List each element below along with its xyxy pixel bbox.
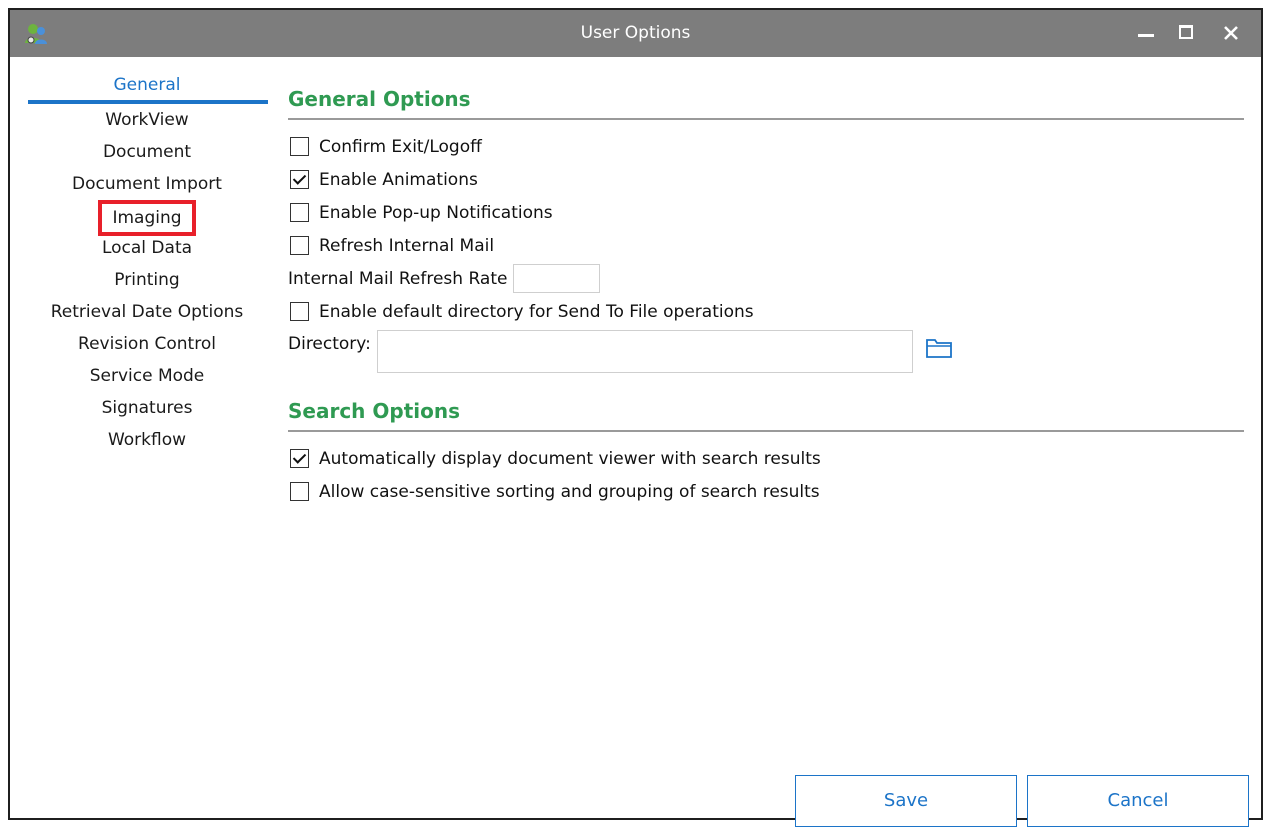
popup-notifications-label: Enable Pop-up Notifications — [319, 202, 553, 223]
refresh-rate-row: Internal Mail Refresh Rate — [288, 262, 1244, 295]
refresh-mail-label: Refresh Internal Mail — [319, 235, 495, 256]
popup-notifications-option: Enable Pop-up Notifications — [288, 196, 1244, 229]
enable-animations-label: Enable Animations — [319, 169, 478, 190]
options-sidebar: General WorkView Document Document Impor… — [24, 74, 270, 456]
sidebar-item-revision-control[interactable]: Revision Control — [24, 328, 270, 360]
sidebar-item-label: Signatures — [101, 398, 193, 418]
general-options-heading: General Options — [288, 87, 471, 111]
sidebar-item-label: Document — [102, 142, 192, 162]
sidebar-item-local-data[interactable]: Local Data — [24, 232, 270, 264]
directory-label: Directory: — [288, 334, 371, 354]
refresh-rate-input[interactable] — [513, 264, 601, 293]
enable-animations-checkbox[interactable] — [290, 170, 309, 189]
minimize-icon[interactable] — [1125, 10, 1165, 57]
maximize-icon[interactable] — [1167, 10, 1207, 57]
case-sensitive-sorting-label: Allow case-sensitive sorting and groupin… — [319, 481, 820, 502]
auto-display-viewer-checkbox[interactable] — [290, 449, 309, 468]
sidebar-item-label: General — [113, 75, 181, 95]
directory-row: Directory: — [288, 328, 1244, 378]
case-sensitive-sorting-option: Allow case-sensitive sorting and groupin… — [288, 475, 1244, 508]
sidebar-item-label: Imaging — [98, 200, 196, 236]
auto-display-viewer-label: Automatically display document viewer wi… — [319, 448, 821, 469]
user-options-window: User Options General WorkView Document D… — [8, 8, 1263, 827]
auto-display-viewer-option: Automatically display document viewer wi… — [288, 442, 1244, 475]
confirm-exit-option: Confirm Exit/Logoff — [288, 130, 1244, 163]
popup-notifications-checkbox[interactable] — [290, 203, 309, 222]
close-icon[interactable] — [1211, 10, 1251, 57]
sidebar-item-label: Service Mode — [89, 366, 205, 386]
refresh-mail-option: Refresh Internal Mail — [288, 229, 1244, 262]
refresh-mail-checkbox[interactable] — [290, 236, 309, 255]
section-divider — [288, 430, 1244, 432]
sidebar-item-label: Retrieval Date Options — [50, 302, 244, 322]
sidebar-item-general[interactable]: General — [24, 74, 270, 104]
sidebar-item-label: Revision Control — [78, 334, 216, 354]
sidebar-item-workflow[interactable]: Workflow — [24, 424, 270, 456]
refresh-rate-label: Internal Mail Refresh Rate — [288, 268, 508, 289]
options-content: General Options Confirm Exit/Logoff Enab… — [288, 82, 1244, 508]
sidebar-item-printing[interactable]: Printing — [24, 264, 270, 296]
default-directory-option: Enable default directory for Send To Fil… — [288, 295, 1244, 328]
search-options-heading: Search Options — [288, 399, 461, 423]
cancel-button[interactable]: Cancel — [1027, 775, 1249, 827]
sidebar-item-label: Document Import — [72, 174, 222, 194]
sidebar-item-label: Workflow — [107, 430, 187, 450]
sidebar-item-retrieval-date-options[interactable]: Retrieval Date Options — [24, 296, 270, 328]
save-button[interactable]: Save — [795, 775, 1017, 827]
sidebar-item-document-import[interactable]: Document Import — [24, 168, 270, 200]
folder-icon[interactable] — [925, 336, 953, 365]
sidebar-item-label: Local Data — [101, 238, 193, 258]
sidebar-item-service-mode[interactable]: Service Mode — [24, 360, 270, 392]
sidebar-item-signatures[interactable]: Signatures — [24, 392, 270, 424]
sidebar-item-workview[interactable]: WorkView — [24, 104, 270, 136]
sidebar-item-label: Printing — [114, 270, 180, 290]
sidebar-item-label: WorkView — [105, 110, 189, 130]
window-title: User Options — [580, 23, 691, 43]
confirm-exit-checkbox[interactable] — [290, 137, 309, 156]
sidebar-item-document[interactable]: Document — [24, 136, 270, 168]
section-divider — [288, 118, 1244, 120]
title-bar[interactable]: User Options — [10, 10, 1261, 57]
enable-animations-option: Enable Animations — [288, 163, 1244, 196]
default-directory-checkbox[interactable] — [290, 302, 309, 321]
directory-input[interactable] — [376, 330, 913, 373]
sidebar-item-imaging[interactable]: Imaging — [24, 200, 270, 236]
default-directory-label: Enable default directory for Send To Fil… — [319, 301, 754, 322]
confirm-exit-label: Confirm Exit/Logoff — [319, 136, 482, 157]
case-sensitive-sorting-checkbox[interactable] — [290, 482, 309, 501]
